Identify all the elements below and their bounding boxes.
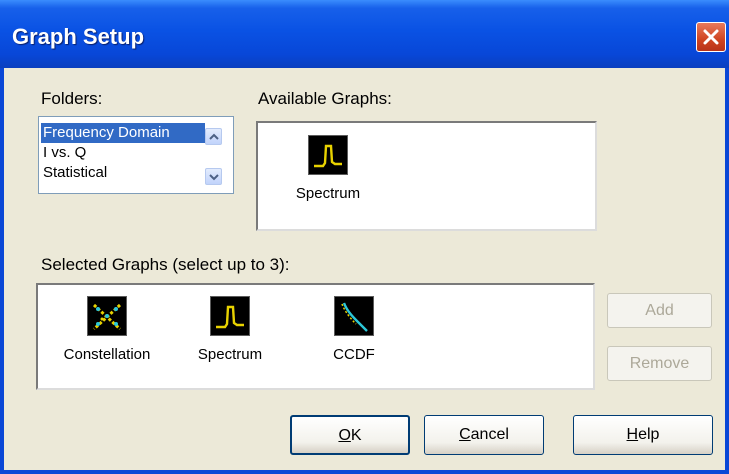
close-icon xyxy=(703,29,719,45)
ccdf-graph-icon xyxy=(334,296,374,336)
selected-graph-spectrum[interactable]: Spectrum xyxy=(170,296,290,376)
selected-graph-label: CCDF xyxy=(333,346,375,363)
folder-item-i-vs-q[interactable]: I vs. Q xyxy=(41,143,86,163)
available-graph-spectrum[interactable]: Spectrum xyxy=(268,135,388,215)
selected-graph-constellation[interactable]: Constellation xyxy=(47,296,167,376)
help-label-rest: elp xyxy=(638,426,660,443)
folders-listbox[interactable]: Frequency Domain I vs. Q Statistical xyxy=(38,116,234,194)
selected-graph-ccdf[interactable]: CCDF xyxy=(294,296,414,376)
title-bar[interactable]: Graph Setup xyxy=(0,0,729,68)
folders-label: Folders: xyxy=(41,89,103,108)
dialog-body: Folders: Frequency Domain I vs. Q Statis… xyxy=(4,68,725,470)
ok-button[interactable]: OK xyxy=(290,415,410,455)
cancel-label-rest: ancel xyxy=(470,426,509,443)
close-button[interactable] xyxy=(696,22,726,52)
ok-mnemonic: O xyxy=(338,427,351,444)
available-graph-label: Spectrum xyxy=(295,185,361,202)
selected-graph-label: Spectrum xyxy=(197,346,263,363)
chevron-down-icon xyxy=(209,174,219,181)
constellation-graph-icon xyxy=(87,296,127,336)
window-title: Graph Setup xyxy=(12,24,145,49)
selected-graphs-panel[interactable]: Constellation Spectrum CCDF xyxy=(36,283,595,390)
remove-button[interactable]: Remove xyxy=(607,346,712,381)
spectrum-graph-icon xyxy=(210,296,250,336)
scroll-down-button[interactable] xyxy=(205,168,222,185)
available-graphs-label: Available Graphs: xyxy=(258,89,392,108)
folder-item-statistical[interactable]: Statistical xyxy=(41,163,107,183)
dialog-window: Graph Setup Folders: Frequency Domain I … xyxy=(0,0,729,474)
scroll-up-button[interactable] xyxy=(205,128,222,145)
help-mnemonic: H xyxy=(626,426,639,443)
cancel-button[interactable]: Cancel xyxy=(424,415,544,455)
ok-label-rest: K xyxy=(350,427,362,444)
chevron-up-icon xyxy=(209,133,219,140)
available-graphs-panel[interactable]: Spectrum xyxy=(256,121,597,231)
cancel-mnemonic: C xyxy=(459,426,471,443)
spectrum-graph-icon xyxy=(308,135,348,175)
help-button[interactable]: Help xyxy=(573,415,713,455)
selected-graphs-label: Selected Graphs (select up to 3): xyxy=(41,255,290,274)
add-button[interactable]: Add xyxy=(607,293,712,328)
folder-item-frequency-domain[interactable]: Frequency Domain xyxy=(41,123,205,143)
selected-graph-label: Constellation xyxy=(63,346,151,363)
